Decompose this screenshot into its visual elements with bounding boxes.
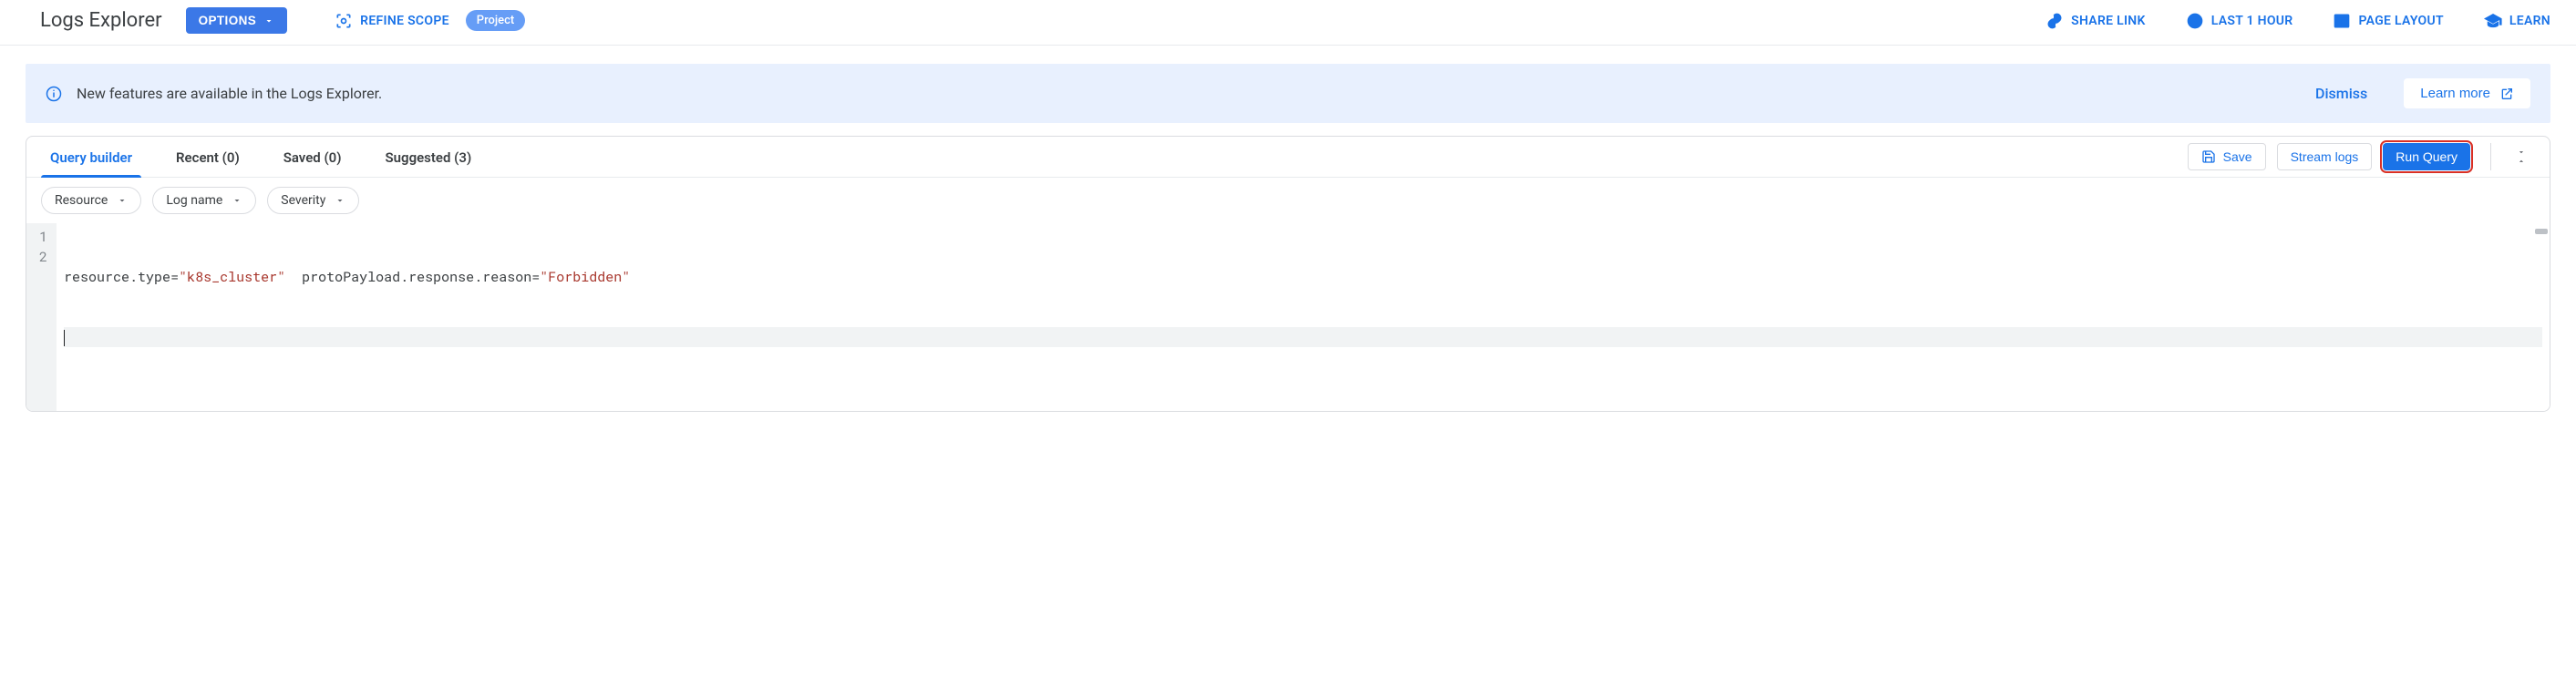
time-range-button[interactable]: LAST 1 HOUR — [2179, 8, 2301, 34]
query-panel: Query builder Recent (0) Saved (0) Sugge… — [26, 136, 2550, 412]
line-number: 2 — [39, 247, 47, 267]
code-line[interactable] — [64, 327, 2542, 347]
save-button[interactable]: Save — [2188, 143, 2266, 170]
code-token: . — [129, 268, 138, 286]
share-link-label: SHARE LINK — [2071, 14, 2146, 28]
clock-icon — [2186, 12, 2204, 30]
new-features-notice: New features are available in the Logs E… — [26, 64, 2550, 123]
severity-filter-label: Severity — [281, 193, 325, 208]
resource-filter-label: Resource — [55, 193, 108, 208]
tab-suggested[interactable]: Suggested (3) — [376, 137, 481, 177]
link-icon — [2045, 12, 2064, 30]
logname-filter-chip[interactable]: Log name — [152, 187, 256, 214]
resource-filter-chip[interactable]: Resource — [41, 187, 141, 214]
editor-code-area[interactable]: resource.type="k8s_cluster" protoPayload… — [57, 223, 2550, 411]
time-range-label: LAST 1 HOUR — [2211, 14, 2293, 28]
page-layout-button[interactable]: PAGE LAYOUT — [2325, 8, 2450, 34]
code-token: response — [408, 268, 474, 286]
chevron-down-icon — [232, 195, 242, 206]
chevron-up-icon — [2513, 157, 2530, 166]
learn-label: LEARN — [2509, 14, 2550, 28]
options-label: OPTIONS — [199, 14, 257, 27]
severity-filter-chip[interactable]: Severity — [267, 187, 359, 214]
code-token: "Forbidden" — [540, 268, 630, 286]
page-title: Logs Explorer — [40, 9, 162, 32]
code-token: type — [138, 268, 170, 286]
dismiss-button[interactable]: Dismiss — [2315, 85, 2367, 102]
chevron-down-icon — [2513, 148, 2530, 157]
graduation-cap-icon — [2484, 12, 2502, 30]
refine-scope-button[interactable]: REFINE SCOPE — [327, 8, 457, 34]
code-token: = — [170, 268, 179, 286]
code-token: . — [474, 268, 482, 286]
minimap-scroll-indicator[interactable] — [2535, 229, 2548, 234]
tabs-row: Query builder Recent (0) Saved (0) Sugge… — [26, 137, 2550, 178]
chevron-down-icon — [335, 195, 345, 206]
options-button[interactable]: OPTIONS — [186, 7, 288, 34]
header-bar: Logs Explorer OPTIONS REFINE SCOPE Proje… — [0, 0, 2576, 46]
collapse-toggle[interactable] — [2508, 148, 2535, 166]
scope-chip[interactable]: Project — [466, 10, 525, 31]
info-icon — [46, 86, 62, 102]
caret-down-icon — [263, 15, 274, 26]
code-token: resource — [64, 268, 129, 286]
code-line[interactable]: resource.type="k8s_cluster" protoPayload… — [64, 267, 2542, 287]
editor-gutter: 1 2 — [26, 223, 57, 411]
chevron-down-icon — [117, 195, 128, 206]
query-editor[interactable]: 1 2 resource.type="k8s_cluster" protoPay… — [26, 223, 2550, 411]
tab-recent[interactable]: Recent (0) — [167, 137, 249, 177]
notice-text: New features are available in the Logs E… — [77, 85, 2301, 102]
tab-actions: Save Stream logs Run Query — [2188, 138, 2535, 176]
tab-saved[interactable]: Saved (0) — [274, 137, 351, 177]
code-token: reason — [482, 268, 531, 286]
learn-button[interactable]: LEARN — [2477, 8, 2558, 34]
stream-logs-button[interactable]: Stream logs — [2277, 143, 2373, 170]
code-token — [285, 268, 302, 286]
refine-scope-label: REFINE SCOPE — [360, 14, 449, 28]
save-icon — [2201, 149, 2216, 164]
stream-logs-label: Stream logs — [2291, 149, 2359, 164]
text-cursor — [64, 330, 65, 346]
run-query-button[interactable]: Run Query — [2383, 143, 2470, 170]
save-label: Save — [2223, 149, 2252, 164]
tab-query-builder[interactable]: Query builder — [41, 137, 141, 177]
code-token: "k8s_cluster" — [179, 268, 285, 286]
line-number: 1 — [39, 227, 47, 247]
code-token: . — [400, 268, 408, 286]
divider — [2490, 143, 2491, 170]
refine-scope-group: REFINE SCOPE Project — [327, 8, 525, 34]
filter-chips-row: Resource Log name Severity — [26, 178, 2550, 223]
header-right: SHARE LINK LAST 1 HOUR PAGE LAYOUT LEARN — [2038, 8, 2558, 34]
layout-icon — [2333, 12, 2351, 30]
code-token: = — [531, 268, 540, 286]
share-link-button[interactable]: SHARE LINK — [2038, 8, 2153, 34]
external-link-icon — [2499, 87, 2514, 101]
page-layout-label: PAGE LAYOUT — [2358, 14, 2443, 28]
run-query-label: Run Query — [2396, 149, 2458, 164]
learn-more-button[interactable]: Learn more — [2404, 78, 2530, 108]
scope-icon — [335, 12, 353, 30]
code-token: protoPayload — [302, 268, 400, 286]
learn-more-label: Learn more — [2420, 86, 2490, 101]
logname-filter-label: Log name — [166, 193, 222, 208]
